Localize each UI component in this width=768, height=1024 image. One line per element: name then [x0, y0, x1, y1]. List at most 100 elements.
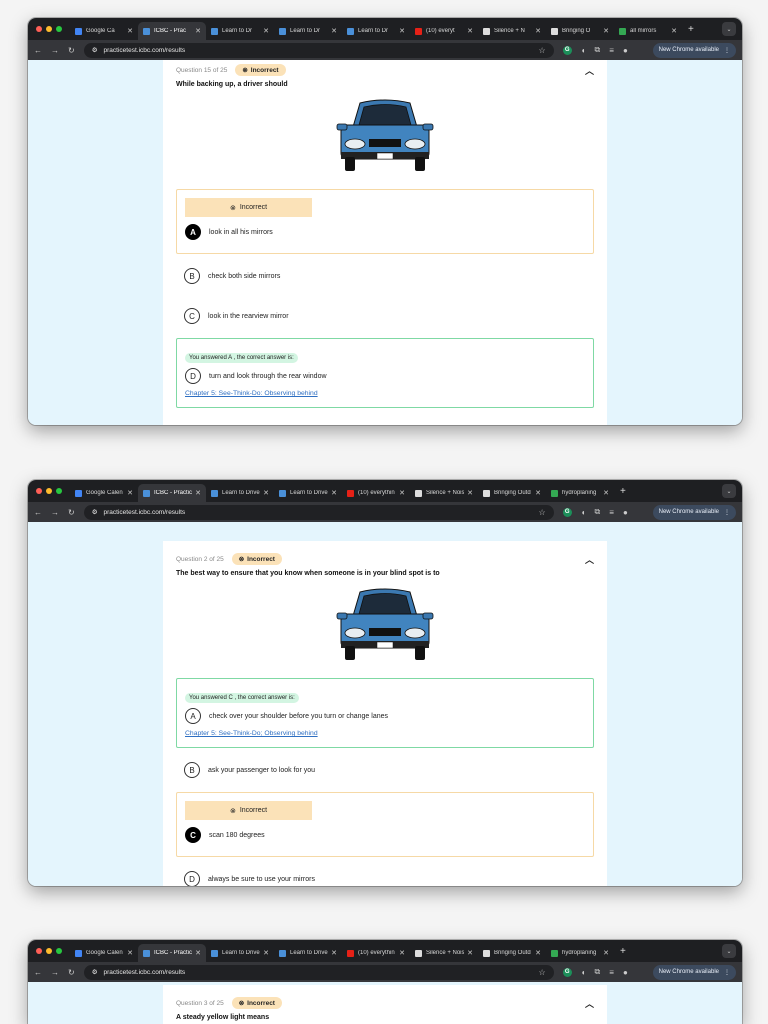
- back-button[interactable]: ←: [34, 508, 42, 517]
- browser-tab[interactable]: ICBC - Practic ✕: [138, 484, 206, 502]
- address-bar[interactable]: ⚙ practicetest.icbc.com/results ☆: [83, 504, 554, 520]
- forward-button[interactable]: →: [51, 968, 59, 977]
- handbook-chapter-link[interactable]: Chapter 5: See-Think-Do; Observing behin…: [185, 730, 585, 737]
- answer-option-c[interactable]: Clook in the rearview mirror: [176, 298, 594, 334]
- tab-search-button[interactable]: ⌄: [722, 484, 736, 498]
- browser-tab[interactable]: Learn to Drive ✕: [274, 484, 342, 502]
- extension-icon[interactable]: ◖: [581, 968, 586, 977]
- maximize-window-button[interactable]: [56, 488, 62, 494]
- tab-close-icon[interactable]: ✕: [603, 949, 609, 957]
- browser-tab[interactable]: hydroplaning ✕: [546, 484, 614, 502]
- tab-close-icon[interactable]: ✕: [331, 949, 337, 957]
- close-window-button[interactable]: [36, 488, 42, 494]
- site-info-icon[interactable]: ⚙: [92, 508, 98, 516]
- browser-tab[interactable]: Learn to Dr ✕: [274, 22, 342, 40]
- url-text[interactable]: practicetest.icbc.com/results: [104, 47, 186, 54]
- tab-close-icon[interactable]: ✕: [467, 489, 473, 497]
- browser-tab[interactable]: Bringing O ✕: [546, 22, 614, 40]
- answer-option-b[interactable]: Bask your passenger to look for you: [176, 752, 594, 788]
- more-menu-icon[interactable]: ⋮: [724, 47, 730, 54]
- answer-option-c[interactable]: Cscan 180 degrees: [185, 820, 585, 850]
- browser-tab[interactable]: Learn to Dr ✕: [206, 22, 274, 40]
- new-tab-button[interactable]: +: [620, 946, 626, 957]
- tab-close-icon[interactable]: ✕: [535, 489, 541, 497]
- browser-tab[interactable]: Silence + Nois ✕: [410, 944, 478, 962]
- tab-close-icon[interactable]: ✕: [195, 489, 201, 497]
- tab-search-button[interactable]: ⌄: [722, 944, 736, 958]
- browser-tab[interactable]: ICBC - Prac ✕: [138, 22, 206, 40]
- browser-tab[interactable]: (10) everythin ✕: [342, 484, 410, 502]
- collapse-chevron-icon[interactable]: ︿: [585, 553, 594, 566]
- browser-tab[interactable]: Google Ca ✕: [70, 22, 138, 40]
- tab-search-button[interactable]: ⌄: [722, 22, 736, 36]
- bookmark-star-icon[interactable]: ☆: [539, 508, 546, 517]
- extension-icon[interactable]: ◖: [581, 46, 586, 55]
- minimize-window-button[interactable]: [46, 488, 52, 494]
- answer-option-a[interactable]: Alook in all his mirrors: [185, 217, 585, 247]
- url-text[interactable]: practicetest.icbc.com/results: [104, 509, 186, 516]
- collapse-chevron-icon[interactable]: ︿: [585, 997, 594, 1010]
- handbook-chapter-link[interactable]: Chapter 5: See-Think-Do: Observing behin…: [185, 390, 585, 397]
- browser-tab[interactable]: Google Calen ✕: [70, 484, 138, 502]
- new-chrome-available-button[interactable]: New Chrome available ⋮: [652, 42, 736, 58]
- extensions-puzzle-icon[interactable]: ⧉: [595, 967, 601, 977]
- tab-close-icon[interactable]: ✕: [399, 949, 405, 957]
- browser-tab[interactable]: all mirrors ✕: [614, 22, 682, 40]
- reading-list-icon[interactable]: ≡: [609, 46, 614, 55]
- tab-close-icon[interactable]: ✕: [331, 27, 337, 35]
- extensions-puzzle-icon[interactable]: ⧉: [595, 45, 601, 55]
- tab-close-icon[interactable]: ✕: [331, 489, 337, 497]
- browser-tab[interactable]: Learn to Drive ✕: [206, 484, 274, 502]
- more-menu-icon[interactable]: ⋮: [724, 509, 730, 516]
- close-window-button[interactable]: [36, 26, 42, 32]
- site-info-icon[interactable]: ⚙: [92, 968, 98, 976]
- browser-tab[interactable]: Bringing Outd ✕: [478, 944, 546, 962]
- tab-close-icon[interactable]: ✕: [127, 949, 133, 957]
- back-button[interactable]: ←: [34, 46, 42, 55]
- tab-close-icon[interactable]: ✕: [603, 489, 609, 497]
- reading-list-icon[interactable]: ≡: [609, 508, 614, 517]
- reading-list-icon[interactable]: ≡: [609, 968, 614, 977]
- browser-tab[interactable]: Google Calen ✕: [70, 944, 138, 962]
- browser-tab[interactable]: Learn to Drive ✕: [274, 944, 342, 962]
- browser-tab[interactable]: hydroplaning ✕: [546, 944, 614, 962]
- forward-button[interactable]: →: [51, 46, 59, 55]
- tab-close-icon[interactable]: ✕: [535, 27, 541, 35]
- close-window-button[interactable]: [36, 948, 42, 954]
- grammarly-extension-icon[interactable]: G: [562, 507, 572, 517]
- tab-close-icon[interactable]: ✕: [671, 27, 677, 35]
- browser-tab[interactable]: ICBC - Practic ✕: [138, 944, 206, 962]
- bookmark-star-icon[interactable]: ☆: [539, 46, 546, 55]
- tab-close-icon[interactable]: ✕: [127, 489, 133, 497]
- answer-option-d[interactable]: Dalways be sure to use your mirrors: [176, 861, 594, 886]
- address-bar[interactable]: ⚙ practicetest.icbc.com/results ☆: [83, 964, 554, 980]
- tab-close-icon[interactable]: ✕: [399, 27, 405, 35]
- minimize-window-button[interactable]: [46, 26, 52, 32]
- tab-close-icon[interactable]: ✕: [263, 949, 269, 957]
- new-tab-button[interactable]: +: [688, 24, 694, 35]
- tab-close-icon[interactable]: ✕: [195, 949, 201, 957]
- answer-option-d[interactable]: Dturn and look through the rear window: [185, 364, 585, 388]
- new-chrome-available-button[interactable]: New Chrome available ⋮: [652, 504, 736, 520]
- browser-tab[interactable]: Learn to Drive ✕: [206, 944, 274, 962]
- bookmark-star-icon[interactable]: ☆: [539, 968, 546, 977]
- tab-close-icon[interactable]: ✕: [263, 489, 269, 497]
- tab-close-icon[interactable]: ✕: [603, 27, 609, 35]
- profile-avatar-icon[interactable]: ●: [623, 508, 628, 517]
- address-bar[interactable]: ⚙ practicetest.icbc.com/results ☆: [83, 42, 554, 58]
- browser-tab[interactable]: (10) everythin ✕: [342, 944, 410, 962]
- grammarly-extension-icon[interactable]: G: [562, 45, 572, 55]
- maximize-window-button[interactable]: [56, 948, 62, 954]
- new-chrome-available-button[interactable]: New Chrome available ⋮: [652, 964, 736, 980]
- collapse-chevron-icon[interactable]: ︿: [585, 64, 594, 77]
- forward-button[interactable]: →: [51, 508, 59, 517]
- tab-close-icon[interactable]: ✕: [467, 27, 473, 35]
- answer-option-b[interactable]: Bcheck both side mirrors: [176, 258, 594, 294]
- reload-button[interactable]: ↻: [68, 46, 75, 55]
- reload-button[interactable]: ↻: [68, 968, 75, 977]
- browser-tab[interactable]: (10) everyt ✕: [410, 22, 478, 40]
- extensions-puzzle-icon[interactable]: ⧉: [595, 507, 601, 517]
- browser-tab[interactable]: Silence + N ✕: [478, 22, 546, 40]
- browser-tab[interactable]: Silence + Nois ✕: [410, 484, 478, 502]
- back-button[interactable]: ←: [34, 968, 42, 977]
